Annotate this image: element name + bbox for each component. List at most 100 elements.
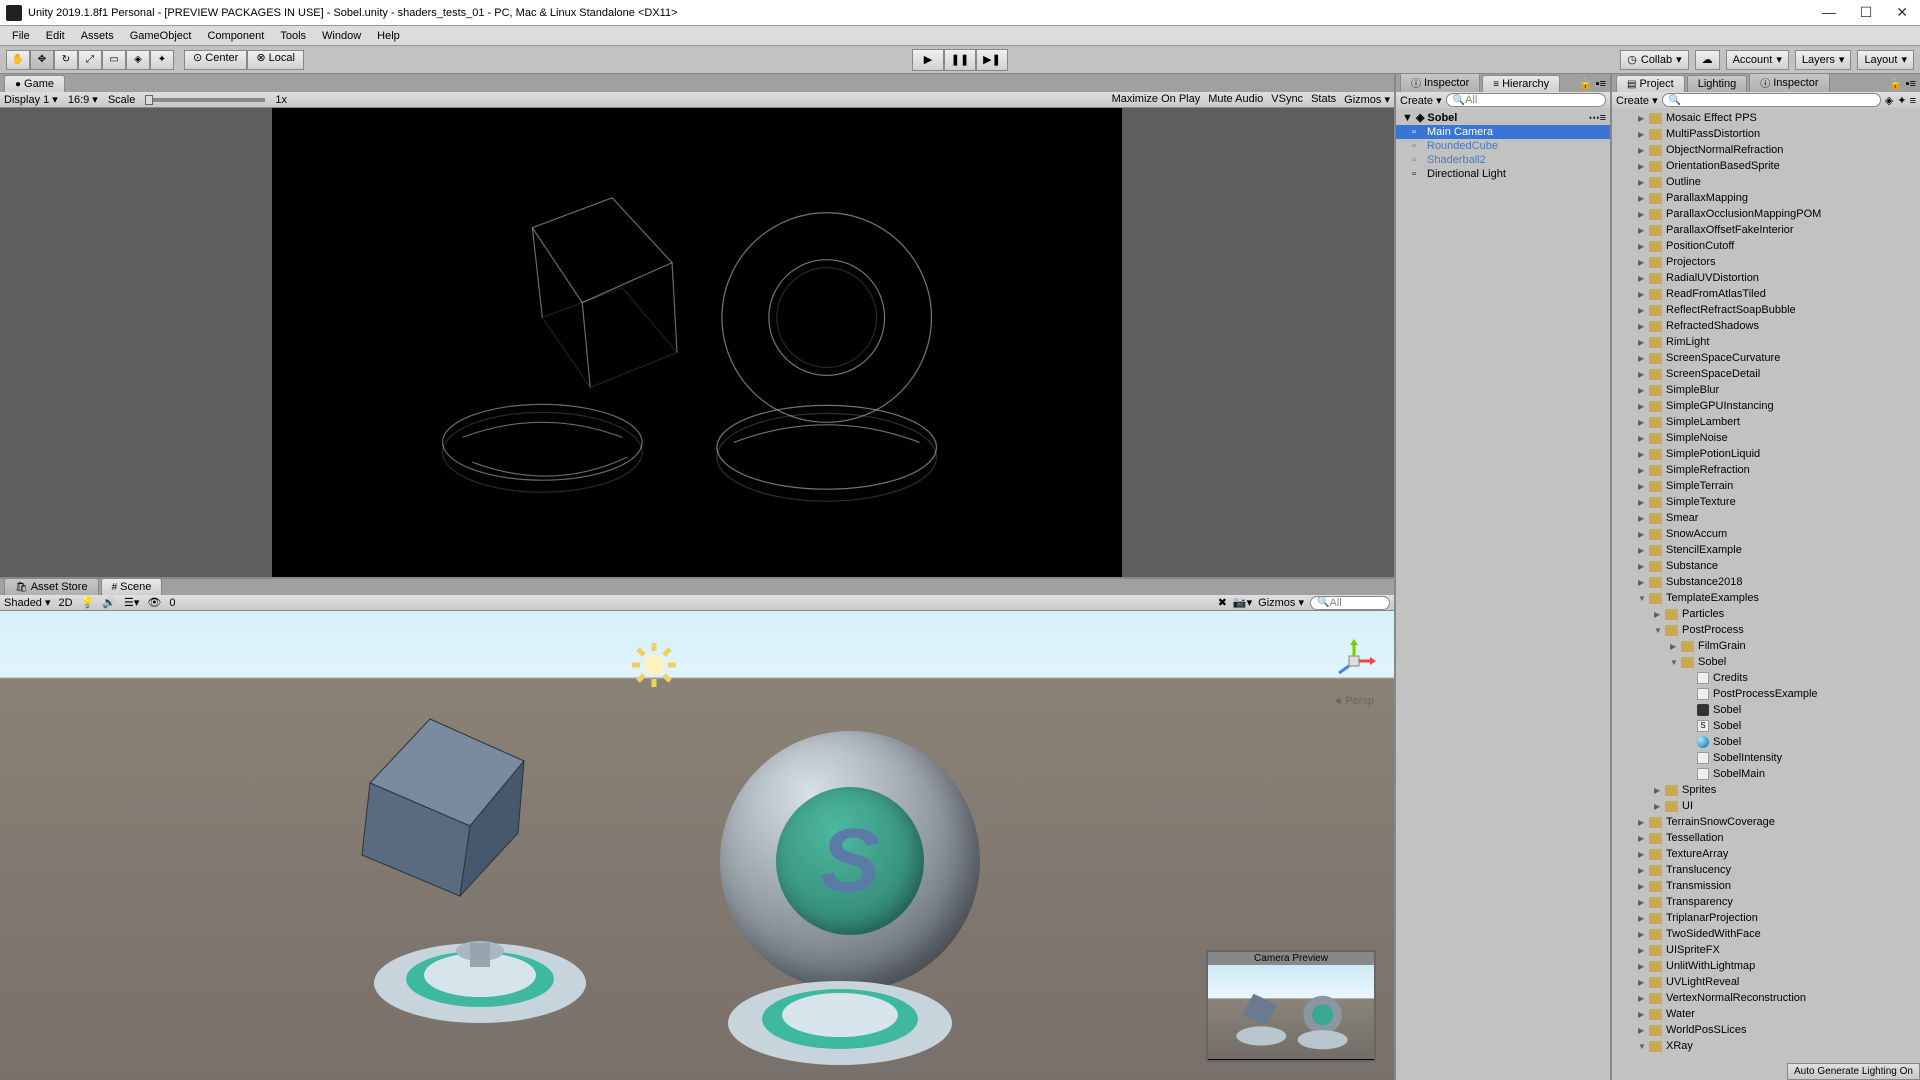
step-button[interactable]: ▶❚ — [976, 49, 1008, 71]
project-hidden-icon[interactable]: ✦ ≡ — [1897, 94, 1916, 107]
maximize-button[interactable]: ☐ — [1860, 4, 1873, 21]
move-tool[interactable]: ✥ — [30, 50, 54, 70]
layers-dropdown[interactable]: Layers ▾ — [1795, 50, 1852, 70]
tab-lighting[interactable]: Lighting — [1687, 75, 1748, 92]
transform-tool[interactable]: ◈ — [126, 50, 150, 70]
pivot-local-button[interactable]: ⊗ Local — [247, 50, 304, 70]
project-item[interactable]: ▶Transparency — [1612, 894, 1920, 910]
hand-tool[interactable]: ✋ — [6, 50, 30, 70]
tab-asset-store[interactable]: 🛍 Asset Store — [4, 578, 99, 595]
pedestal-1[interactable] — [360, 911, 600, 1031]
project-item[interactable]: SobelMain — [1612, 766, 1920, 782]
project-item[interactable]: ▼XRay — [1612, 1038, 1920, 1054]
hierarchy-create-dropdown[interactable]: Create ▾ — [1400, 94, 1442, 107]
hierarchy-item[interactable]: ▫Shaderball2 — [1396, 153, 1610, 167]
project-item[interactable]: ▶OrientationBasedSprite — [1612, 158, 1920, 174]
project-item[interactable]: ▶StencilExample — [1612, 542, 1920, 558]
hierarchy-item[interactable]: ▫RoundedCube — [1396, 139, 1610, 153]
audio-toggle-icon[interactable]: 🔊 — [102, 596, 116, 609]
project-item[interactable]: ▶TwoSidedWithFace — [1612, 926, 1920, 942]
menu-edit[interactable]: Edit — [38, 28, 73, 44]
cloud-button[interactable]: ☁ — [1695, 50, 1720, 70]
fx-toggle-icon[interactable]: ☰▾ — [124, 596, 139, 609]
project-item[interactable]: ▶SnowAccum — [1612, 526, 1920, 542]
project-item[interactable]: ▶SimpleLambert — [1612, 414, 1920, 430]
project-item[interactable]: ▶WorldPosSLices — [1612, 1022, 1920, 1038]
account-dropdown[interactable]: Account ▾ — [1726, 50, 1789, 70]
project-item[interactable]: ▶TerrainSnowCoverage — [1612, 814, 1920, 830]
project-item[interactable]: ▶UVLightReveal — [1612, 974, 1920, 990]
gizmo-visibility-icon[interactable]: 👁 — [147, 596, 161, 609]
vsync-toggle[interactable]: VSync — [1271, 93, 1303, 106]
project-item[interactable]: ▶Translucency — [1612, 862, 1920, 878]
rotate-tool[interactable]: ↻ — [54, 50, 78, 70]
project-item[interactable]: ▶SimpleRefraction — [1612, 462, 1920, 478]
project-create-dropdown[interactable]: Create ▾ — [1616, 94, 1658, 107]
panel-lock-icon[interactable]: 🔒 ▪≡ — [1575, 75, 1610, 92]
project-item[interactable]: ▼Sobel — [1612, 654, 1920, 670]
menu-window[interactable]: Window — [314, 28, 369, 44]
hierarchy-item[interactable]: ▫Directional Light — [1396, 167, 1610, 181]
project-item[interactable]: ▶Tessellation — [1612, 830, 1920, 846]
project-item[interactable]: ▶FilmGrain — [1612, 638, 1920, 654]
menu-assets[interactable]: Assets — [73, 28, 122, 44]
menu-help[interactable]: Help — [369, 28, 408, 44]
project-item[interactable]: SobelIntensity — [1612, 750, 1920, 766]
project-item[interactable]: ▶VertexNormalReconstruction — [1612, 990, 1920, 1006]
project-item[interactable]: ▶SimplePotionLiquid — [1612, 446, 1920, 462]
pivot-center-button[interactable]: ⊙ Center — [184, 50, 247, 70]
project-item[interactable]: ▶ReadFromAtlasTiled — [1612, 286, 1920, 302]
project-item[interactable]: ▶ReflectRefractSoapBubble — [1612, 302, 1920, 318]
project-item[interactable]: Sobel — [1612, 702, 1920, 718]
project-item[interactable]: ▶Substance — [1612, 558, 1920, 574]
project-item[interactable]: ▼TemplateExamples — [1612, 590, 1920, 606]
game-view[interactable] — [0, 108, 1394, 577]
persp-label[interactable]: ◄ Persp — [1333, 695, 1374, 707]
pause-button[interactable]: ❚❚ — [944, 49, 976, 71]
hierarchy-item[interactable]: ▫Main Camera — [1396, 125, 1610, 139]
project-item[interactable]: ▶Sprites — [1612, 782, 1920, 798]
minimize-button[interactable]: — — [1822, 4, 1836, 21]
tab-inspector-left[interactable]: ⓘ Inspector — [1400, 72, 1480, 92]
project-item[interactable]: ▶Projectors — [1612, 254, 1920, 270]
project-lock-icon[interactable]: 🔒 ▪≡ — [1885, 75, 1920, 92]
project-item[interactable]: ▶SimpleNoise — [1612, 430, 1920, 446]
orientation-gizmo[interactable] — [1332, 639, 1376, 683]
project-item[interactable]: ▼PostProcess — [1612, 622, 1920, 638]
project-item[interactable]: ▶RefractedShadows — [1612, 318, 1920, 334]
project-item[interactable]: ▶PositionCutoff — [1612, 238, 1920, 254]
scale-slider[interactable] — [145, 98, 265, 102]
scene-gizmos-dropdown[interactable]: Gizmos ▾ — [1258, 596, 1304, 609]
project-item[interactable]: ▶ParallaxMapping — [1612, 190, 1920, 206]
collab-dropdown[interactable]: ◷ Collab ▾ — [1620, 50, 1688, 70]
project-item[interactable]: Sobel — [1612, 734, 1920, 750]
draw-mode-dropdown[interactable]: Shaded ▾ — [4, 596, 51, 609]
scene-view[interactable]: S ◄ Persp — [0, 611, 1394, 1080]
rect-tool[interactable]: ▭ — [102, 50, 126, 70]
tab-scene[interactable]: # Scene — [101, 578, 163, 595]
project-item[interactable]: ▶Substance2018 — [1612, 574, 1920, 590]
gizmos-dropdown[interactable]: Gizmos ▾ — [1344, 93, 1390, 106]
hierarchy-scene-root[interactable]: ▼ ◈ Sobel⋯≡ — [1396, 110, 1610, 125]
project-search[interactable]: 🔍 — [1662, 93, 1881, 107]
project-item[interactable]: PostProcessExample — [1612, 686, 1920, 702]
project-item[interactable]: ▶ParallaxOffsetFakeInterior — [1612, 222, 1920, 238]
project-item[interactable]: ▶ScreenSpaceDetail — [1612, 366, 1920, 382]
tab-project[interactable]: ▤ Project — [1616, 75, 1685, 92]
project-item[interactable]: ▶UnlitWithLightmap — [1612, 958, 1920, 974]
project-item[interactable]: ▶SimpleBlur — [1612, 382, 1920, 398]
max-on-play-toggle[interactable]: Maximize On Play — [1112, 93, 1201, 106]
project-filter-icon[interactable]: ◈ — [1885, 94, 1893, 107]
mute-audio-toggle[interactable]: Mute Audio — [1208, 93, 1263, 106]
project-item[interactable]: ▶RadialUVDistortion — [1612, 270, 1920, 286]
scene-settings-icon[interactable]: ✖ — [1218, 596, 1227, 609]
scene-search[interactable]: 🔍 All — [1310, 596, 1390, 610]
hierarchy-search[interactable]: 🔍 All — [1446, 93, 1606, 107]
project-item[interactable]: ▶TextureArray — [1612, 846, 1920, 862]
project-item[interactable]: ▶Particles — [1612, 606, 1920, 622]
project-item[interactable]: ▶MultiPassDistortion — [1612, 126, 1920, 142]
project-item[interactable]: ▶SimpleTexture — [1612, 494, 1920, 510]
stats-toggle[interactable]: Stats — [1311, 93, 1336, 106]
project-item[interactable]: ▶ObjectNormalRefraction — [1612, 142, 1920, 158]
pedestal-2[interactable] — [720, 951, 960, 1071]
